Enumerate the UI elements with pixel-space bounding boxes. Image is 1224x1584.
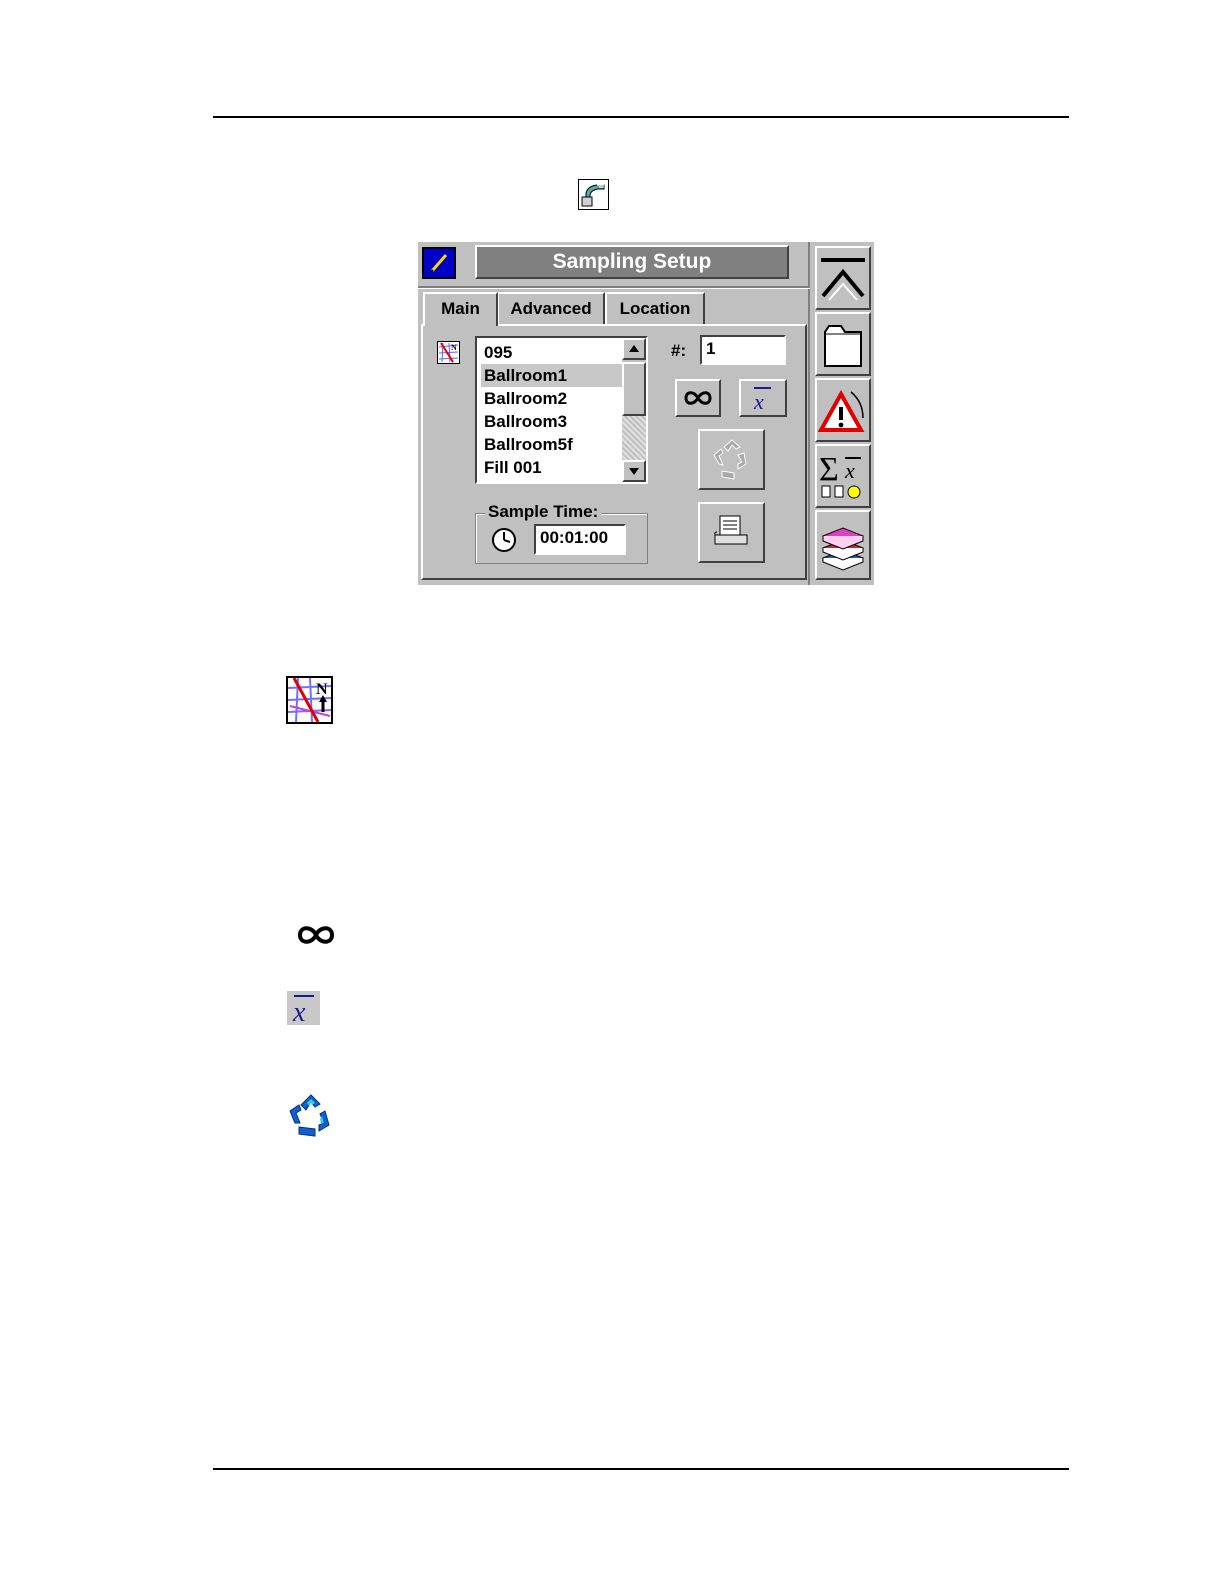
books-icon [821, 527, 865, 571]
svg-text:Σ: Σ [819, 451, 839, 488]
recycle-button[interactable] [698, 429, 765, 490]
tab-main[interactable]: Main [423, 292, 498, 326]
alarm-warning-icon [817, 389, 865, 432]
x-bar-icon: x [287, 991, 320, 1030]
list-item[interactable]: Fill 001 [481, 456, 623, 479]
svg-text:x: x [753, 389, 764, 414]
print-button[interactable] [698, 502, 765, 563]
folder-icon [824, 325, 862, 367]
dialog-panel: Sampling Setup Main Advanced Location N … [418, 242, 810, 585]
recycle-icon [713, 439, 747, 480]
list-item[interactable]: Ballroom3 [481, 410, 623, 433]
statistics-icon: Σ x [819, 451, 861, 499]
count-label: #: [671, 341, 687, 360]
folder-button[interactable] [815, 312, 871, 376]
svg-text:N: N [316, 681, 328, 698]
printer-icon [714, 515, 748, 545]
collapse-up-button[interactable] [815, 246, 871, 310]
clock-icon [491, 527, 517, 558]
system-menu-button[interactable] [422, 247, 456, 279]
recycle-icon [287, 1091, 335, 1144]
x-bar-icon: x [753, 387, 771, 414]
list-item[interactable]: Ballroom2 [481, 387, 623, 410]
scroll-thumb[interactable] [622, 362, 646, 416]
location-list[interactable]: 095 Ballroom1 Ballroom2 Ballroom3 Ballro… [475, 336, 648, 484]
list-item[interactable]: 095 [481, 341, 623, 364]
svg-text:x: x [844, 458, 855, 483]
svg-text:x: x [292, 997, 306, 1025]
svg-text:N: N [451, 343, 457, 352]
arrow-up-icon [629, 345, 639, 352]
list-item[interactable]: Ballroom5f [481, 433, 623, 456]
count-field[interactable]: 1 [700, 335, 786, 365]
sample-time-label: Sample Time: [485, 502, 602, 522]
right-toolbar: Σ x [813, 242, 874, 585]
footer-rule [213, 1468, 1069, 1470]
sample-time-field[interactable]: 00:01:00 [534, 524, 626, 555]
scroll-up-button[interactable] [622, 338, 646, 360]
sampling-setup-icon [578, 179, 609, 215]
scroll-track[interactable] [622, 416, 646, 460]
pencil-icon [430, 254, 448, 273]
collapse-up-icon [821, 258, 865, 301]
statistics-button[interactable]: Σ x [815, 444, 871, 508]
location-map-icon: N [286, 676, 333, 729]
list-scrollbar[interactable] [622, 338, 646, 482]
arrow-down-icon [629, 468, 639, 475]
location-map-icon: N [437, 341, 460, 369]
header-rule [213, 116, 1069, 118]
scroll-down-button[interactable] [622, 460, 646, 482]
tab-location[interactable]: Location [605, 292, 705, 324]
title-separator [418, 286, 810, 289]
list-item[interactable]: Ballroom1 [481, 364, 623, 387]
sampling-setup-dialog: Sampling Setup Main Advanced Location N … [418, 242, 874, 585]
infinity-icon [296, 920, 336, 955]
dialog-title: Sampling Setup [475, 245, 789, 279]
average-button[interactable]: x [739, 379, 787, 417]
infinity-icon [684, 391, 712, 405]
continuous-button[interactable] [675, 379, 721, 417]
alarm-button[interactable] [815, 378, 871, 442]
tab-advanced[interactable]: Advanced [497, 292, 605, 324]
books-button[interactable] [815, 510, 871, 580]
